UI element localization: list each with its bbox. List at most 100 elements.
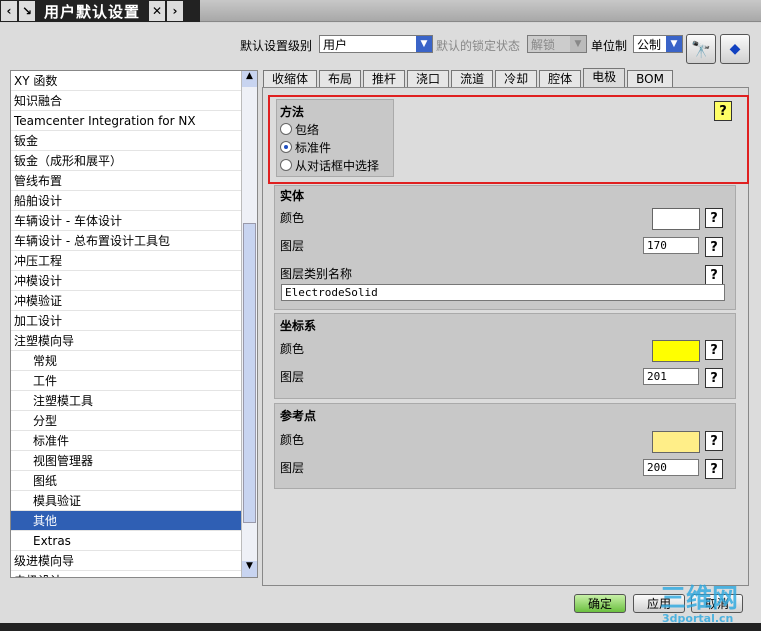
tree-item[interactable]: 注塑模工具: [11, 391, 257, 411]
pin-icon[interactable]: ↘: [19, 1, 35, 21]
help-icon[interactable]: ?: [714, 101, 732, 121]
tree-item[interactable]: 视图管理器: [11, 451, 257, 471]
level-value: 用户: [323, 37, 348, 52]
tree-item[interactable]: 分型: [11, 411, 257, 431]
close-icon[interactable]: ✕: [149, 1, 166, 21]
radio-icon[interactable]: [280, 141, 292, 153]
help-icon[interactable]: ?: [705, 208, 723, 228]
tab-8[interactable]: BOM: [627, 70, 673, 87]
csys-title: 坐标系: [280, 319, 317, 333]
tree-item[interactable]: Extras: [11, 531, 257, 551]
binoculars-icon[interactable]: 🔭: [686, 34, 716, 64]
tab-0[interactable]: 收缩体: [263, 70, 318, 87]
tree-item[interactable]: 车辆设计 - 总布置设计工具包: [11, 231, 257, 251]
tree-item[interactable]: 模具验证: [11, 491, 257, 511]
csys-layer-label: 图层: [280, 370, 305, 384]
help-icon[interactable]: ?: [705, 431, 723, 451]
next-icon[interactable]: ›: [167, 1, 184, 21]
ok-button[interactable]: 确定: [574, 594, 626, 613]
tab-6[interactable]: 腔体: [539, 70, 582, 87]
tree-item[interactable]: 级进模向导: [11, 551, 257, 571]
csys-layer-input[interactable]: 201: [643, 368, 699, 385]
csys-color-label: 颜色: [280, 342, 305, 356]
level-label: 默认设置级别: [240, 39, 313, 53]
solid-layer-label: 图层: [280, 239, 305, 253]
tree-item[interactable]: 车辆设计 - 车体设计: [11, 211, 257, 231]
tree-item[interactable]: Teamcenter Integration for NX: [11, 111, 257, 131]
help-icon[interactable]: ?: [705, 237, 723, 257]
radio-label: 从对话框中选择: [295, 158, 380, 173]
radio-label: 包络: [295, 122, 320, 137]
tree-item[interactable]: 其他: [11, 511, 257, 531]
lock-value: 解锁: [531, 37, 556, 52]
unit-label: 单位制: [591, 39, 628, 53]
scroll-up-icon[interactable]: ▲: [242, 71, 257, 87]
tree-item[interactable]: 管线布置: [11, 171, 257, 191]
category-label: 图层类别名称: [280, 267, 353, 281]
prev-icon[interactable]: ‹: [1, 1, 17, 21]
tab-bar: 收缩体 布局 推杆 浇口 流道 冷却 腔体 电极 BOM: [263, 68, 675, 87]
tab-4[interactable]: 流道: [451, 70, 494, 87]
watermark-logo: 三维网: [660, 584, 739, 614]
window-title: 用户默认设置: [44, 2, 141, 21]
tab-1[interactable]: 布局: [319, 70, 362, 87]
tree-item[interactable]: 冲压工程: [11, 251, 257, 271]
chevron-down-icon: ▼: [666, 36, 682, 52]
method-radio[interactable]: 标准件: [280, 138, 390, 156]
tree-item[interactable]: 标准件: [11, 431, 257, 451]
method-title: 方法: [280, 105, 305, 119]
csys-color-swatch[interactable]: [652, 340, 700, 362]
refpoint-layer-input[interactable]: 200: [643, 459, 699, 476]
tree-item[interactable]: 工件: [11, 371, 257, 391]
chevron-down-icon: ▼: [416, 36, 432, 52]
tab-5[interactable]: 冷却: [495, 70, 538, 87]
tree-item[interactable]: 船舶设计: [11, 191, 257, 211]
chevron-down-icon: ▼: [570, 36, 586, 52]
radio-icon[interactable]: [280, 159, 292, 171]
refpoint-color-swatch[interactable]: [652, 431, 700, 453]
tab-3[interactable]: 浇口: [407, 70, 450, 87]
window-tab: ‹ ↘ 用户默认设置 ✕ ›: [0, 0, 200, 22]
method-radio[interactable]: 包络: [280, 120, 390, 138]
scroll-thumb[interactable]: [243, 223, 256, 523]
help-icon[interactable]: ?: [705, 459, 723, 479]
scrollbar[interactable]: ▲ ▼: [241, 71, 257, 577]
category-input[interactable]: ElectrodeSolid: [281, 284, 725, 301]
tree-item[interactable]: 冲模验证: [11, 291, 257, 311]
reset-icon[interactable]: ◆: [720, 34, 750, 64]
bottom-bar: [0, 623, 761, 631]
method-radio[interactable]: 从对话框中选择: [280, 156, 390, 174]
solid-title: 实体: [280, 189, 305, 203]
unit-select[interactable]: 公制 ▼: [633, 35, 683, 53]
tree-item[interactable]: 钣金: [11, 131, 257, 151]
tab-7[interactable]: 电极: [583, 68, 626, 87]
tree-item[interactable]: 常规: [11, 351, 257, 371]
tree-item[interactable]: 电极设计: [11, 571, 257, 577]
tree-item[interactable]: 注塑模向导: [11, 331, 257, 351]
tree-item[interactable]: 钣金（成形和展平）: [11, 151, 257, 171]
tree-item[interactable]: 知识融合: [11, 91, 257, 111]
radio-label: 标准件: [295, 140, 332, 155]
radio-icon[interactable]: [280, 123, 292, 135]
tree-item[interactable]: 冲模设计: [11, 271, 257, 291]
level-select[interactable]: 用户 ▼: [319, 35, 433, 53]
help-icon[interactable]: ?: [705, 368, 723, 388]
unit-value: 公制: [637, 37, 662, 52]
solid-layer-input[interactable]: 170: [643, 237, 699, 254]
lock-select[interactable]: 解锁 ▼: [527, 35, 587, 53]
tab-2[interactable]: 推杆: [363, 70, 406, 87]
method-group: 方法 包络标准件从对话框中选择: [276, 99, 394, 177]
tree-item[interactable]: XY 函数: [11, 71, 257, 91]
solid-color-swatch[interactable]: [652, 208, 700, 230]
help-icon[interactable]: ?: [705, 265, 723, 285]
refpoint-color-label: 颜色: [280, 433, 305, 447]
scroll-down-icon[interactable]: ▼: [242, 561, 257, 577]
solid-color-label: 颜色: [280, 211, 305, 225]
tree-item[interactable]: 加工设计: [11, 311, 257, 331]
help-icon[interactable]: ?: [705, 340, 723, 360]
refpoint-title: 参考点: [280, 409, 317, 423]
lock-label: 默认的锁定状态: [436, 39, 521, 53]
category-tree: XY 函数 知识融合 Teamcenter Integration for NX 钣金…: [10, 70, 258, 578]
refpoint-layer-label: 图层: [280, 461, 305, 475]
tree-item[interactable]: 图纸: [11, 471, 257, 491]
